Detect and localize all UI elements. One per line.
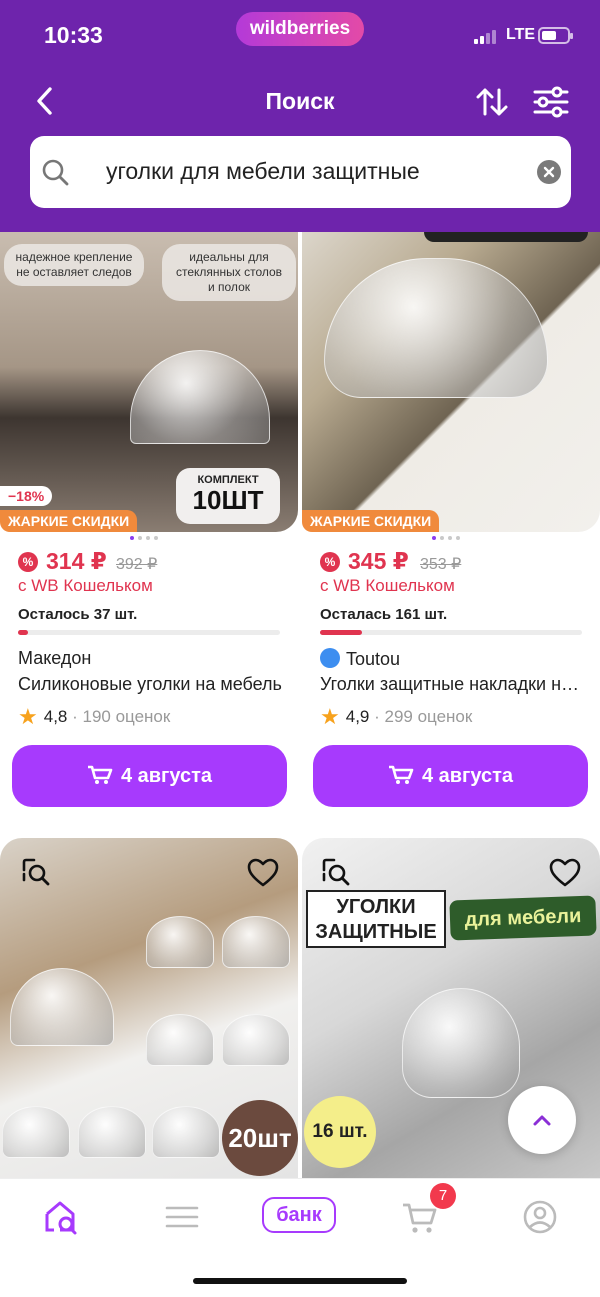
product-corner-guard <box>130 350 270 444</box>
product-corner-guard <box>222 916 290 968</box>
clear-search-button[interactable] <box>537 160 561 184</box>
star-icon: ★ <box>18 704 38 729</box>
product-corner-guard <box>222 1014 290 1066</box>
image-promo-badge: 16 шт. <box>304 1096 376 1168</box>
add-to-cart-button[interactable]: 4 августа <box>12 745 287 807</box>
rating: ★ 4,8 · 190 оценок <box>18 704 170 730</box>
page-title: Поиск <box>265 88 335 114</box>
product-corner-guard <box>146 916 214 968</box>
heart-icon <box>247 858 279 887</box>
old-price: 392 ₽ <box>116 556 158 573</box>
nav-home[interactable] <box>42 1197 82 1237</box>
image-promo-badge: 20шт <box>222 1100 298 1176</box>
product-corner-guard <box>2 1106 70 1158</box>
discount-icon: % <box>320 552 340 572</box>
stock-bar-fill <box>18 630 29 635</box>
sort-arrows-icon <box>476 88 508 116</box>
cart-icon <box>87 765 113 784</box>
nav-catalog[interactable] <box>162 1197 202 1237</box>
price-row: % 345 ₽ 353 ₽ <box>320 548 580 576</box>
discount-icon: % <box>18 552 38 572</box>
hot-sale-badge: ЖАРКИЕ СКИДКИ <box>0 510 138 532</box>
price-row: % 314 ₽ 392 ₽ <box>18 548 278 576</box>
product-corner-guard <box>146 1014 214 1066</box>
image-tag: надежное крепление не оставляет следов <box>4 244 144 286</box>
add-to-cart-button[interactable]: 4 августа <box>313 745 588 807</box>
cart-count-badge: 7 <box>430 1183 456 1209</box>
nav-profile[interactable] <box>520 1197 560 1237</box>
brand-name[interactable]: Македон <box>18 648 91 669</box>
image-badge: КОМПЛЕКТ 10ШТ <box>176 468 280 524</box>
similar-search-button[interactable] <box>20 856 52 888</box>
old-price: 353 ₽ <box>420 556 462 573</box>
product-card[interactable] <box>302 232 600 832</box>
star-icon: ★ <box>320 704 340 729</box>
stock-bar <box>18 630 280 635</box>
stock-bar <box>320 630 582 635</box>
image-dots <box>432 536 462 540</box>
product-card[interactable]: надежное крепление не оставляет следов и… <box>0 232 300 832</box>
cart-icon <box>388 765 414 784</box>
stock-bar-fill <box>320 630 362 635</box>
home-search-icon <box>45 1201 77 1235</box>
favorite-button[interactable] <box>246 856 280 890</box>
chevron-up-icon <box>533 1115 551 1126</box>
sort-button[interactable] <box>474 84 510 120</box>
status-time: 10:33 <box>44 22 103 48</box>
app-header: 10:33 wildberries LTE Поиск уголки для м… <box>0 0 600 232</box>
product-corner-guard <box>10 968 114 1046</box>
network-label: LTE <box>506 26 536 43</box>
brand-name[interactable]: Toutou <box>320 648 400 670</box>
filter-button[interactable] <box>532 84 570 120</box>
delivery-date: 4 августа <box>120 765 213 787</box>
product-name[interactable]: Силиконовые уголки на мебель <box>18 674 288 695</box>
wildberries-logo: wildberries <box>236 12 364 46</box>
similar-search-icon <box>322 858 350 886</box>
similar-search-button[interactable] <box>320 856 352 888</box>
favorite-button[interactable] <box>548 856 582 890</box>
stock-text: Осталась 161 шт. <box>320 606 448 623</box>
stock-text: Осталось 37 шт. <box>18 606 138 623</box>
discount-badge: −18% <box>0 486 53 506</box>
price: 314 ₽ <box>46 548 107 574</box>
reviews-count: · 190 оценок <box>72 707 171 726</box>
rating: ★ 4,9 · 299 оценок <box>320 704 472 730</box>
product-corner-guard <box>324 258 548 398</box>
clear-icon <box>543 166 555 178</box>
product-image[interactable] <box>302 232 600 532</box>
rating-value: 4,8 <box>43 707 68 726</box>
signal-icon <box>474 30 500 44</box>
reviews-count: · 299 оценок <box>374 707 473 726</box>
battery-icon <box>538 27 573 44</box>
product-corner-guard <box>152 1106 220 1158</box>
similar-search-icon <box>22 858 50 886</box>
heart-icon <box>549 858 581 887</box>
status-bar: 10:33 wildberries LTE <box>0 0 600 70</box>
filter-sliders-icon <box>533 86 569 118</box>
price: 345 ₽ <box>348 548 409 574</box>
product-corner-guard <box>402 988 520 1098</box>
image-title: УГОЛКИ ЗАЩИТНЫЕ <box>306 890 446 948</box>
search-bar[interactable]: уголки для мебели защитные <box>30 136 571 208</box>
hot-sale-badge: ЖАРКИЕ СКИДКИ <box>302 510 440 532</box>
profile-icon <box>523 1200 557 1234</box>
image-label: для мебели <box>449 895 597 941</box>
wallet-note: с WB Кошельком <box>18 576 153 595</box>
rating-value: 4,9 <box>345 707 370 726</box>
nav-bank[interactable]: банк <box>262 1197 336 1233</box>
scroll-to-top-button[interactable] <box>508 1086 576 1154</box>
home-indicator <box>193 1278 407 1284</box>
verified-check-icon <box>320 648 340 668</box>
image-dots <box>130 536 160 540</box>
image-tag: идеальны для стеклянных столов и полок <box>162 244 296 301</box>
delivery-date: 4 августа <box>421 765 514 787</box>
wallet-note: с WB Кошельком <box>320 576 455 595</box>
brand-label: Toutou <box>346 649 401 669</box>
search-input[interactable]: уголки для мебели защитные <box>106 158 420 185</box>
menu-icon <box>165 1206 199 1228</box>
product-name[interactable]: Уголки защитные накладки на мебель <box>320 674 580 695</box>
search-icon <box>42 159 69 186</box>
product-corner-guard <box>78 1106 146 1158</box>
